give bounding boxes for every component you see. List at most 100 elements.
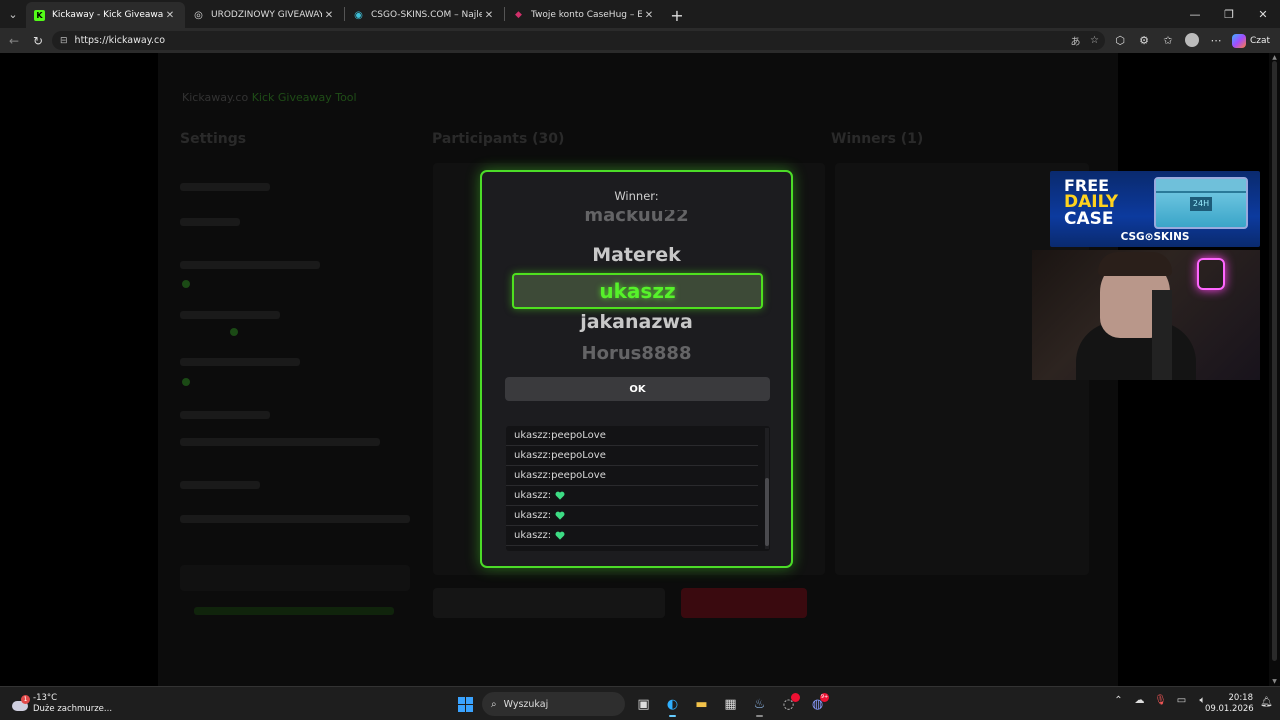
restore-icon[interactable]: ❐ <box>1212 0 1246 28</box>
brand-prefix: Kickaway.co <box>182 91 249 104</box>
setting-line <box>180 183 270 191</box>
extension-puzzle-icon[interactable]: ⚙ <box>1132 31 1156 50</box>
windows-taskbar: 1 -13°C Duże zachmurze... ⌕ Wyszukaj ▣ ◐… <box>0 686 1280 720</box>
winner-modal: Winner: mackuu22 Materek ukaszz jakanazw… <box>480 170 793 568</box>
weather-temp: -13°C <box>33 693 58 703</box>
winner-name: ukaszz <box>599 279 676 303</box>
chat-user: ukaszz <box>514 470 548 481</box>
network-icon[interactable]: ▭ <box>1171 695 1192 706</box>
favorite-star-icon[interactable]: ☆ <box>1085 31 1104 50</box>
winner-chat-log[interactable]: ukaszz: peepoLove ukaszz: peepoLove ukaszz… <box>506 426 770 551</box>
chat-message: ukaszz: <box>506 486 758 506</box>
profile-avatar-icon[interactable] <box>1185 33 1199 47</box>
tab-close-icon[interactable]: ✕ <box>163 10 177 21</box>
url-field[interactable]: ⊟ https://kickaway.co <box>52 31 1105 50</box>
microphone-icon[interactable]: 🎙︎ <box>1150 695 1171 706</box>
chat-rows: ukaszz: peepoLove ukaszz: peepoLove ukaszz… <box>506 426 770 546</box>
window-controls: — ❐ ✕ <box>1178 0 1280 28</box>
weather-desc: Duże zachmurze... <box>33 704 113 714</box>
search-icon: ⌕ <box>491 698 497 710</box>
tab-close-icon[interactable]: ✕ <box>322 10 336 21</box>
reel-name: jakanazwa <box>580 311 693 333</box>
back-arrow-icon[interactable]: ← <box>2 29 26 53</box>
case-box-icon: 24H <box>1154 177 1248 229</box>
winner-reel: mackuu22 Materek ukaszz jakanazwa Horus8… <box>482 210 791 366</box>
new-tab-plus-icon[interactable]: + <box>664 2 690 28</box>
discord-icon[interactable]: ◍ 9+ <box>803 691 832 717</box>
tab-title: URODZINOWY GIVEAWAY KAMILKA <box>211 10 322 20</box>
system-tray: ⌃ ☁ 🎙︎ ▭ 🔈︎ <box>1108 695 1213 706</box>
weather-badge: 1 <box>21 695 30 704</box>
reel-name: mackuu22 <box>584 210 689 226</box>
globe-favicon-icon: ◎ <box>194 9 203 21</box>
tab-close-icon[interactable]: ✕ <box>642 10 656 21</box>
page-scrollbar[interactable]: ▲ ▼ <box>1269 53 1280 686</box>
winner-highlight: ukaszz <box>512 273 763 309</box>
favorites-icon[interactable]: ✩ <box>1156 31 1180 50</box>
case-lid <box>1156 179 1246 193</box>
steam-icon[interactable]: ♨ <box>745 691 774 717</box>
green-heart-icon <box>555 531 565 540</box>
chat-user: ukaszz <box>514 530 548 541</box>
copilot-chat-button[interactable]: Czat <box>1232 31 1270 50</box>
url-bar-actions: あ ☆ <box>1066 31 1104 50</box>
ad-headline: FREE DAILY CASE <box>1064 177 1118 228</box>
tab-urodzinowy[interactable]: ◎ URODZINOWY GIVEAWAY KAMILKA ✕ <box>185 2 344 28</box>
tab-close-icon[interactable]: ✕ <box>482 10 496 21</box>
copilot-icon <box>1232 33 1246 48</box>
edge-icon[interactable]: ◐ <box>658 691 687 717</box>
file-explorer-icon[interactable]: ▬ <box>687 691 716 717</box>
setting-toggle <box>182 378 190 386</box>
setting-toggle <box>182 280 190 288</box>
browser-tab-bar: ⌄ K Kickaway - Kick Giveaway Tool ✕ ◎ UR… <box>0 0 1280 28</box>
clock-date: 09.01.2026 <box>1205 704 1254 714</box>
tab-kickaway[interactable]: K Kickaway - Kick Giveaway Tool ✕ <box>26 2 185 28</box>
ok-button[interactable]: OK <box>505 377 770 401</box>
webcam-overlay <box>1032 250 1260 380</box>
reload-icon[interactable]: ↻ <box>26 29 50 53</box>
chat-message: ukaszz: peepoLove <box>506 446 758 466</box>
chat-scrollbar[interactable] <box>765 428 769 549</box>
more-menu-icon[interactable]: ⋯ <box>1204 31 1228 50</box>
chat-user: ukaszz <box>514 430 548 441</box>
clock[interactable]: 20:18 09.01.2026 <box>1205 693 1254 715</box>
tray-overflow-icon[interactable]: ⌃ <box>1108 695 1129 706</box>
scroll-up-icon[interactable]: ▲ <box>1271 54 1278 61</box>
extensions-icon[interactable]: ⬡ <box>1108 31 1132 50</box>
scroll-down-icon[interactable]: ▼ <box>1271 678 1278 685</box>
translate-icon[interactable]: あ <box>1066 31 1085 50</box>
chat-scroll-thumb[interactable] <box>765 478 769 546</box>
weather-widget[interactable]: 1 -13°C Duże zachmurze... <box>10 693 112 715</box>
store-icon[interactable]: ▦ <box>716 691 745 717</box>
webcam-hair <box>1098 252 1172 276</box>
setting-line <box>180 515 410 523</box>
ad-brand: CSG⊙SKINS <box>1120 231 1190 243</box>
tab-csgo-skins[interactable]: ◉ CSGO-SKINS.COM – Najlepsze Skrzynki ✕ <box>345 2 504 28</box>
tab-title: Twoje konto CaseHug – Ekwipunek <box>531 10 642 20</box>
reel-name: Materek <box>592 244 681 266</box>
kick-favicon-icon: K <box>34 9 45 21</box>
chat-text: peepoLove <box>551 450 606 461</box>
weather-text: -13°C Duże zachmurze... <box>33 693 112 715</box>
notification-bell-icon[interactable]: 🔔︎ <box>1260 697 1273 708</box>
setting-line <box>180 411 270 419</box>
tab-actions-menu-icon[interactable]: ⌄ <box>0 0 26 28</box>
csgo-skins-favicon-icon: ◉ <box>354 9 363 21</box>
setting-slider <box>230 328 238 336</box>
minimize-icon[interactable]: — <box>1178 0 1212 28</box>
onedrive-icon[interactable]: ☁ <box>1129 695 1150 706</box>
setting-line <box>180 311 280 319</box>
app-icon[interactable]: ◌ <box>774 691 803 717</box>
site-info-icon[interactable]: ⊟ <box>60 36 68 46</box>
taskbar-apps: ⌕ Wyszukaj ▣ ◐ ▬ ▦ ♨ ◌ ◍ 9+ <box>452 691 832 717</box>
taskbar-search[interactable]: ⌕ Wyszukaj <box>482 692 625 716</box>
windows-start-icon[interactable] <box>452 691 478 717</box>
page-scroll-thumb[interactable] <box>1272 61 1277 661</box>
close-window-icon[interactable]: ✕ <box>1246 0 1280 28</box>
case-tag: 24H <box>1190 197 1212 211</box>
bg-red-button <box>681 588 807 618</box>
bg-action-button <box>433 588 665 618</box>
task-view-icon[interactable]: ▣ <box>629 691 658 717</box>
tab-casehug[interactable]: ◆ Twoje konto CaseHug – Ekwipunek ✕ <box>505 2 664 28</box>
chat-user: ukaszz <box>514 450 548 461</box>
